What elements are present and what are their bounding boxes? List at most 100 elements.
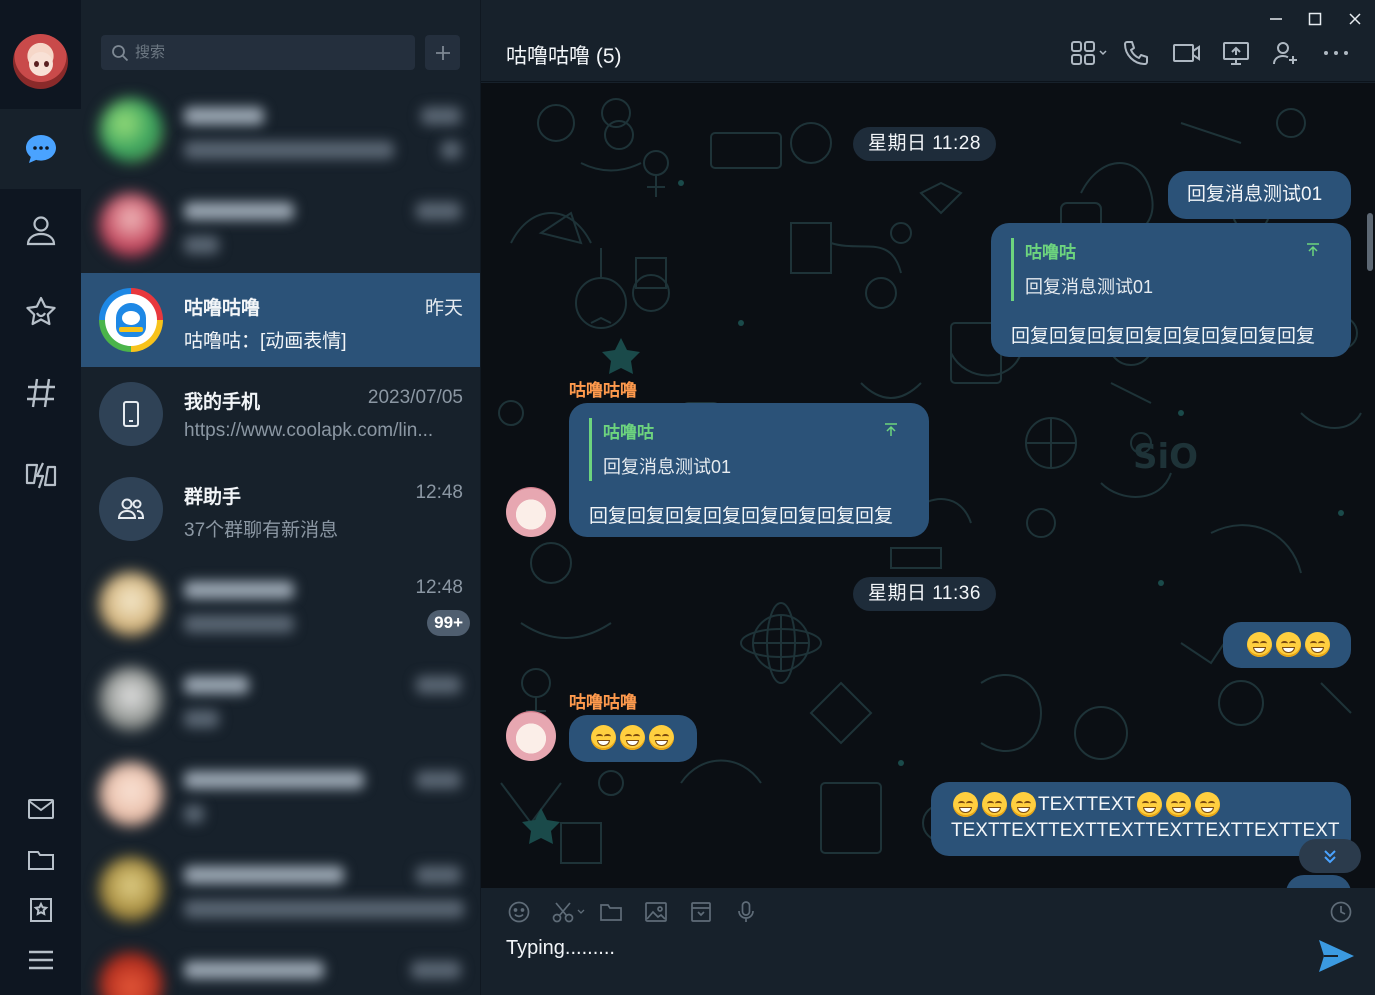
plus-icon — [435, 45, 450, 60]
clock-icon[interactable] — [1327, 898, 1355, 926]
bookmark-star-icon[interactable] — [0, 888, 81, 932]
message-bubble-in-reply[interactable]: 咕噜咕 回复消息测试01 回复回复回复回复回复回复回复回复 — [569, 403, 929, 537]
reply-quote[interactable]: 咕噜咕 回复消息测试01 — [1011, 238, 1331, 301]
message-bubble-out-text[interactable]: TEXTTEXT TEXTTEXTTEXTTEXTTEXTTEXTTEXTTEX… — [931, 782, 1351, 856]
grin-emoji-icon — [1166, 792, 1192, 818]
phone-call-icon[interactable] — [1119, 36, 1153, 70]
message-bubble-in-emoji[interactable] — [569, 715, 697, 762]
date-divider: 星期日 11:28 — [853, 127, 996, 161]
message-text: 回复回复回复回复回复回复回复回复 — [1011, 326, 1316, 347]
chat-time: 12:48 — [415, 482, 463, 503]
date-divider: 星期日 11:36 — [853, 577, 996, 611]
sender-name: 咕噜咕噜 — [569, 693, 637, 712]
chat-item-my-phone[interactable]: 我的手机 2023/07/05 https://www.coolapk.com/… — [81, 367, 480, 461]
add-button[interactable] — [425, 35, 460, 70]
message-bubble-out-reply[interactable]: 咕噜咕 回复消息测试01 回复回复回复回复回复回复回复回复 — [991, 223, 1351, 357]
grin-emoji-icon — [1276, 632, 1301, 657]
grin-emoji-icon — [591, 725, 616, 750]
grin-emoji-icon — [1305, 632, 1330, 657]
folder-icon[interactable] — [0, 838, 81, 882]
chat-avatar — [99, 98, 163, 162]
video-icon[interactable] — [1169, 36, 1203, 70]
more-icon[interactable] — [1319, 36, 1353, 70]
sender-avatar[interactable] — [506, 487, 556, 537]
maximize-icon[interactable] — [1302, 6, 1328, 32]
search-box[interactable] — [101, 35, 415, 70]
chat-item[interactable] — [81, 83, 480, 177]
grin-emoji-icon — [649, 725, 674, 750]
quote-author: 咕噜咕 — [603, 423, 654, 442]
send-icon[interactable] — [1316, 936, 1356, 976]
chat-item[interactable] — [81, 937, 480, 995]
scroll-to-bottom-button[interactable] — [1299, 839, 1361, 873]
grin-emoji-icon — [1137, 792, 1163, 818]
close-icon[interactable] — [1342, 6, 1368, 32]
message-bubble-out-emoji[interactable] — [1223, 622, 1351, 668]
qq-group-avatar — [99, 288, 163, 352]
message-input[interactable]: Typing......... — [506, 937, 1266, 960]
chat-name: 群助手 — [184, 487, 242, 508]
flash-icon[interactable] — [0, 435, 81, 515]
grin-emoji-icon — [1195, 792, 1221, 818]
apps-icon[interactable] — [1067, 36, 1111, 70]
star-icon[interactable] — [0, 272, 81, 352]
chat-time: 2023/07/05 — [367, 387, 463, 408]
grin-emoji-icon — [953, 792, 978, 818]
scissors-icon[interactable] — [549, 898, 589, 926]
quote-author: 咕噜咕 — [1025, 243, 1076, 262]
chat-avatar — [99, 762, 163, 826]
message-area[interactable]: SiO 星期日 11:28 回复消息测试01 咕噜咕 回复消息测试01 回复回复… — [481, 83, 1375, 888]
card-icon[interactable] — [687, 898, 715, 926]
reply-quote[interactable]: 咕噜咕 回复消息测试01 — [589, 418, 909, 481]
message-text: TEXTTEXTTEXTTEXTTEXTTEXTTEXTTEXT — [951, 820, 1340, 841]
chat-bubble-icon[interactable] — [0, 109, 81, 189]
chat-item[interactable] — [81, 842, 480, 936]
svg-text:SiO: SiO — [1133, 437, 1198, 477]
hashtag-icon[interactable] — [0, 353, 81, 433]
chat-avatar — [99, 193, 163, 257]
jump-up-icon[interactable] — [883, 422, 899, 438]
jump-up-icon[interactable] — [1305, 242, 1321, 258]
message-text: 回复回复回复回复回复回复回复回复 — [589, 506, 894, 527]
chat-preview: 37个群聊有新消息 — [184, 520, 339, 541]
contact-icon[interactable] — [0, 190, 81, 270]
chat-name: 咕噜咕噜 — [184, 298, 261, 319]
chat-item-gulugulu[interactable]: 咕噜咕噜 昨天 咕噜咕：[动画表情] — [81, 273, 480, 367]
add-member-icon[interactable] — [1269, 36, 1303, 70]
user-avatar[interactable] — [13, 34, 68, 89]
sender-avatar[interactable] — [506, 711, 556, 761]
chat-time: 昨天 — [424, 298, 463, 319]
mail-icon[interactable] — [0, 787, 81, 831]
chat-name: 我的手机 — [184, 392, 261, 413]
group-icon — [99, 477, 163, 541]
double-chevron-down-icon — [1324, 850, 1336, 864]
search-input[interactable] — [135, 44, 405, 61]
chat-item[interactable] — [81, 178, 480, 272]
chat-time: 12:48 — [415, 577, 463, 598]
chat-item[interactable] — [81, 652, 480, 746]
scrollbar[interactable] — [1367, 213, 1373, 271]
screen-share-icon[interactable] — [1219, 36, 1253, 70]
message-bubble-out[interactable] — [1286, 875, 1351, 888]
chat-item[interactable] — [81, 747, 480, 841]
search-icon — [112, 44, 129, 61]
chat-item[interactable]: 12:48 99+ — [81, 557, 480, 651]
microphone-icon[interactable] — [732, 898, 760, 926]
folder-icon[interactable] — [597, 898, 625, 926]
chat-header: 咕噜咕噜 (5) — [481, 0, 1375, 82]
chat-preview: https://www.coolapk.com/lin... — [184, 420, 434, 441]
emoji-icon[interactable] — [505, 898, 533, 926]
chat-avatar — [99, 952, 163, 995]
menu-icon[interactable] — [0, 938, 81, 982]
quote-text: 回复消息测试01 — [603, 457, 732, 477]
message-text: TEXTTEXT — [1038, 794, 1136, 815]
minimize-icon[interactable] — [1263, 6, 1289, 32]
chat-avatar — [99, 857, 163, 921]
message-bubble-out[interactable]: 回复消息测试01 — [1168, 171, 1351, 219]
image-icon[interactable] — [642, 898, 670, 926]
chat-item-group-helper[interactable]: 群助手 12:48 37个群聊有新消息 — [81, 462, 480, 556]
grin-emoji-icon — [620, 725, 645, 750]
chat-list-panel: 咕噜咕噜 昨天 咕噜咕：[动画表情] 我的手机 2023/07/05 https… — [81, 0, 480, 995]
message-text: 回复消息测试01 — [1187, 184, 1323, 205]
chat-preview: 咕噜咕：[动画表情] — [184, 331, 347, 352]
